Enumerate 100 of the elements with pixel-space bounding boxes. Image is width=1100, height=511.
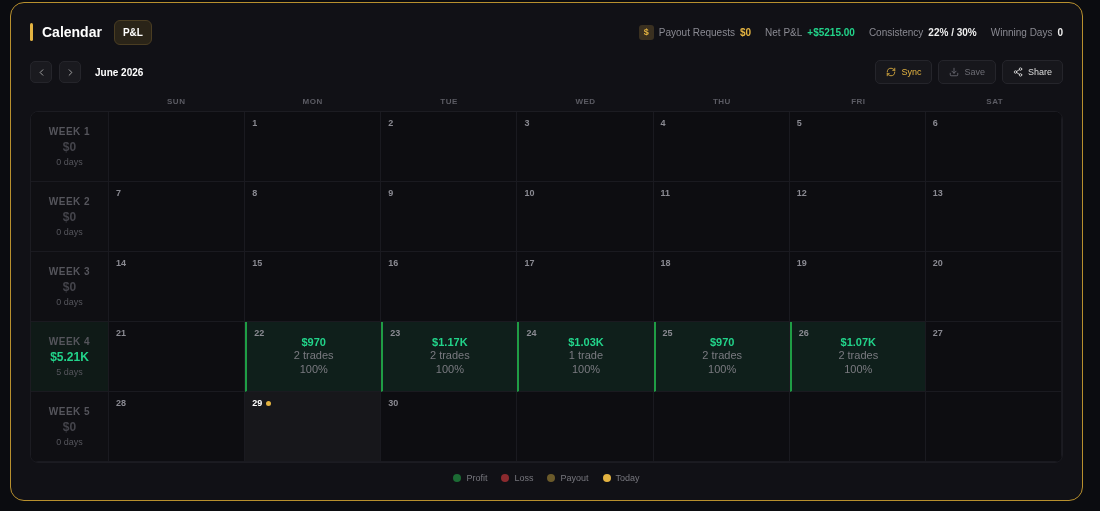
trade-count: 2 trades	[838, 348, 879, 362]
day-number: 10	[524, 188, 535, 198]
trade-count: 2 trades	[702, 348, 742, 362]
day-cell[interactable]: 6	[925, 112, 1062, 182]
stat-label: Payout Requests	[658, 26, 735, 38]
day-cell[interactable]: 18	[653, 252, 790, 322]
day-cell[interactable]: 21	[109, 322, 246, 392]
day-pnl: $970	[709, 336, 735, 348]
week-days: 0 days	[56, 157, 83, 167]
share-button[interactable]: Share	[1001, 60, 1063, 84]
day-number: 2	[388, 118, 394, 128]
week-days: 0 days	[56, 227, 83, 237]
win-rate: 100%	[571, 362, 601, 376]
day-pnl: $970	[301, 336, 326, 348]
profit-day-cell[interactable]: 23 $1.17K 2 trades 100%	[381, 322, 518, 392]
day-number: 14	[116, 258, 126, 268]
day-number: 16	[388, 258, 399, 268]
day-cell[interactable]: 11	[653, 182, 790, 252]
day-number: 27	[932, 328, 943, 338]
weekday-header: TUE	[439, 96, 459, 106]
week-amount: $0	[62, 420, 77, 434]
day-cell[interactable]: 17	[517, 252, 654, 322]
day-cell[interactable]: 7	[109, 182, 246, 252]
day-number: 9	[388, 188, 394, 198]
day-number: 11	[660, 188, 671, 198]
day-number: 25	[662, 328, 673, 338]
day-number: 20	[932, 258, 943, 268]
day-cell[interactable]: 28	[109, 392, 246, 462]
download-icon	[949, 67, 960, 77]
day-number: 4	[660, 118, 666, 128]
calendar-title: Calendar	[42, 24, 102, 40]
share-icon	[1012, 67, 1023, 77]
week-label: WEEK 4	[48, 336, 91, 347]
profit-day-cell[interactable]: 24 $1.03K 1 trade 100%	[517, 322, 654, 392]
day-number: 29	[252, 398, 263, 408]
day-number: 8	[252, 188, 258, 198]
day-cell[interactable]: 16	[381, 252, 518, 322]
previous-month-button[interactable]	[30, 61, 52, 83]
day-cell[interactable]: 2	[381, 112, 518, 182]
sync-icon	[886, 67, 897, 77]
weekday-header: SAT	[985, 96, 1005, 106]
day-number: 17	[524, 258, 535, 268]
day-number: 26	[798, 328, 809, 338]
day-number: 12	[796, 188, 807, 198]
day-cell[interactable]: 4	[653, 112, 790, 182]
day-number: 3	[524, 118, 530, 128]
dollar-icon: $	[638, 24, 654, 40]
next-month-button[interactable]	[59, 61, 81, 83]
profit-day-cell[interactable]: 22 $970 2 trades 100%	[245, 322, 382, 392]
day-cell[interactable]: 3	[517, 112, 654, 182]
sync-button[interactable]: Sync	[875, 60, 933, 84]
day-number: 19	[796, 258, 807, 268]
profit-day-cell[interactable]: 25 $970 2 trades 100%	[653, 322, 790, 392]
week-label: WEEK 1	[48, 126, 91, 137]
week-amount: $5.21K	[50, 350, 89, 364]
today-dot	[266, 400, 272, 406]
month-label: June 2026	[95, 66, 144, 78]
day-number: 30	[388, 398, 399, 408]
day-cell[interactable]: 20	[925, 252, 1062, 322]
day-cell[interactable]: 8	[245, 182, 382, 252]
accent-bar	[30, 23, 33, 41]
day-cell[interactable]: 13	[925, 182, 1062, 252]
legend-label: Payout	[560, 473, 589, 483]
day-cell[interactable]: 15	[245, 252, 382, 322]
trade-count: 1 trade	[568, 348, 604, 362]
day-pnl: $1.07K	[840, 336, 876, 348]
stat-label: Net P&L	[765, 26, 803, 38]
day-cell[interactable]: 27	[925, 322, 1062, 392]
day-number: 24	[526, 328, 537, 338]
day-cell[interactable]: 5	[789, 112, 926, 182]
day-cell[interactable]: 19	[789, 252, 926, 322]
weekday-header: WED	[574, 96, 597, 106]
today-day-cell[interactable]: 29	[245, 392, 382, 462]
day-cell[interactable]: 10	[517, 182, 654, 252]
stat-label: Winning Days	[990, 26, 1053, 38]
day-pnl: $1.17K	[432, 336, 468, 348]
weekday-header: THU	[711, 96, 732, 106]
win-rate: 100%	[844, 362, 873, 376]
stat-value: $0	[739, 26, 752, 38]
stat-value: 22% / 30%	[928, 26, 977, 38]
day-number: 6	[932, 118, 938, 128]
pnl-badge: P&L	[113, 19, 152, 45]
day-number: 15	[252, 258, 263, 268]
day-cell[interactable]: 1	[245, 112, 382, 182]
day-cell[interactable]: 30	[381, 392, 518, 462]
day-number: 18	[660, 258, 671, 268]
day-cell[interactable]: 14	[109, 252, 246, 322]
week-amount: $0	[62, 280, 77, 294]
legend-label: Profit	[466, 473, 488, 483]
legend-label: Loss	[514, 473, 534, 483]
weekday-header: SUN	[166, 96, 187, 106]
week-amount: $0	[62, 210, 77, 224]
day-cell[interactable]: 9	[381, 182, 518, 252]
week-days: 5 days	[56, 367, 83, 377]
day-number: 7	[116, 188, 121, 198]
profit-day-cell[interactable]: 26 $1.07K 2 trades 100%	[789, 322, 926, 392]
day-cell[interactable]: 12	[789, 182, 926, 252]
stat-value: 0	[1057, 26, 1063, 38]
day-number: 13	[932, 188, 943, 198]
trade-count: 2 trades	[429, 348, 470, 362]
